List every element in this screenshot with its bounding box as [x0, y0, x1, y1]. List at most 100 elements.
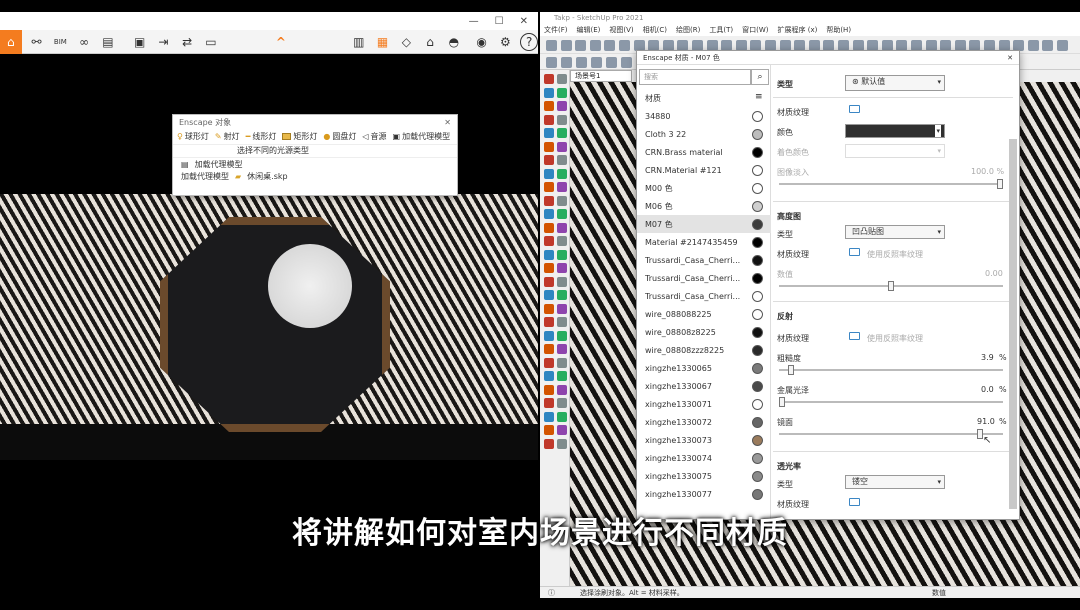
drawing-tool-icon[interactable]: [544, 168, 554, 179]
material-list-item[interactable]: M07 色: [637, 215, 771, 233]
toolbar-tool-icon[interactable]: [575, 40, 587, 51]
drawing-tool-icon[interactable]: [544, 222, 554, 233]
menu-view[interactable]: 视图(V): [609, 24, 633, 36]
material-list-item[interactable]: Material #2147435459: [637, 233, 771, 251]
material-list-item[interactable]: xingzhe1330067: [637, 377, 771, 395]
cube-icon[interactable]: ◇: [397, 33, 415, 51]
map-icon[interactable]: ▥: [350, 33, 368, 51]
drawing-tool-icon[interactable]: [544, 317, 554, 327]
drawing-tool-icon[interactable]: [557, 411, 567, 422]
drawing-tool-icon[interactable]: [557, 74, 567, 84]
folder-icon[interactable]: [849, 332, 860, 340]
material-list-item[interactable]: Cloth 3 22: [637, 125, 771, 143]
material-list-item[interactable]: xingzhe1330072: [637, 413, 771, 431]
drawing-tool-icon[interactable]: [544, 87, 554, 98]
drawing-tool-icon[interactable]: [544, 438, 554, 449]
folder-icon[interactable]: [849, 105, 860, 113]
toolbar-tool-icon[interactable]: [621, 57, 632, 68]
toolbar-tool-icon[interactable]: [606, 57, 617, 68]
drawing-tool-icon[interactable]: [544, 276, 554, 287]
folder-icon[interactable]: [849, 498, 860, 506]
drawing-tool-icon[interactable]: [557, 101, 567, 111]
drawing-tool-icon[interactable]: [557, 236, 567, 246]
drawing-tool-icon[interactable]: [557, 398, 567, 408]
material-list-item[interactable]: xingzhe1330073: [637, 431, 771, 449]
menu-extensions[interactable]: 扩展程序 (x): [777, 24, 817, 36]
drawing-tool-icon[interactable]: [557, 87, 567, 98]
toolbar-tool-icon[interactable]: [1042, 40, 1054, 51]
drawing-tool-icon[interactable]: [557, 209, 567, 219]
drawing-tool-icon[interactable]: [544, 209, 554, 219]
collapse-chevron[interactable]: ^: [276, 35, 286, 49]
drawing-tool-icon[interactable]: [557, 303, 567, 314]
drawing-tool-icon[interactable]: [557, 249, 567, 260]
material-list-item[interactable]: xingzhe1330071: [637, 395, 771, 413]
toolbar-tool-icon[interactable]: [619, 40, 630, 51]
drawing-tool-icon[interactable]: [557, 344, 567, 354]
toolbar-tool-icon[interactable]: [1057, 40, 1068, 51]
roughness-slider[interactable]: [787, 365, 794, 375]
minimize-button[interactable]: —: [469, 16, 479, 27]
bump-use-albedo-link[interactable]: 使用反照率纹理: [867, 249, 923, 260]
close-icon[interactable]: ✕: [1007, 54, 1013, 62]
drawing-tool-icon[interactable]: [544, 141, 554, 152]
drawing-tool-icon[interactable]: [544, 236, 554, 246]
material-list-item[interactable]: xingzhe1330075: [637, 467, 771, 485]
menu-draw[interactable]: 绘图(R): [676, 24, 700, 36]
material-list-item[interactable]: xingzhe1330077: [637, 485, 771, 503]
drawing-tool-icon[interactable]: [557, 141, 567, 152]
line-light-button[interactable]: ━ 线形灯: [246, 131, 277, 142]
drawing-tool-icon[interactable]: [557, 222, 567, 233]
material-list-item[interactable]: CRN.Material #121: [637, 161, 771, 179]
clapper-icon[interactable]: ▤: [99, 33, 117, 51]
material-list-item[interactable]: Trussardi_Casa_Cherri...: [637, 287, 771, 305]
drawing-tool-icon[interactable]: [544, 263, 554, 273]
material-list-item[interactable]: M00 色: [637, 179, 771, 197]
drawing-tool-icon[interactable]: [557, 195, 567, 206]
bump-type-select[interactable]: 凹凸贴图 ▾: [845, 225, 945, 239]
drawing-tool-icon[interactable]: [557, 371, 567, 381]
vr-icon[interactable]: ◓: [445, 33, 463, 51]
drawing-tool-icon[interactable]: [544, 155, 554, 165]
material-list-item[interactable]: Trussardi_Casa_Cherri...: [637, 251, 771, 269]
disk-light-button[interactable]: ● 圆盘灯: [323, 131, 356, 142]
menu-camera[interactable]: 相机(C): [643, 24, 667, 36]
material-list-item[interactable]: xingzhe1330065: [637, 359, 771, 377]
drawing-tool-icon[interactable]: [544, 357, 554, 368]
drawing-tool-icon[interactable]: [544, 425, 554, 435]
panorama-icon[interactable]: ▭: [202, 33, 220, 51]
folder-icon[interactable]: [849, 248, 860, 256]
drawing-tool-icon[interactable]: [544, 303, 554, 314]
drawing-tool-icon[interactable]: [557, 182, 567, 192]
drawing-tool-icon[interactable]: [557, 330, 567, 341]
proxy-file-name[interactable]: 休闲桌.skp: [247, 171, 287, 182]
menu-file[interactable]: 文件(F): [544, 24, 568, 36]
drawing-tool-icon[interactable]: [544, 330, 554, 341]
drawing-tool-icon[interactable]: [544, 128, 554, 138]
toolbar-tool-icon[interactable]: [546, 57, 557, 68]
material-list-item[interactable]: CRN.Brass material: [637, 143, 771, 161]
drawing-tool-icon[interactable]: [544, 371, 554, 381]
drawing-tool-icon[interactable]: [557, 425, 567, 435]
asset-icon[interactable]: ⌂: [421, 33, 439, 51]
properties-scrollbar[interactable]: [1009, 139, 1017, 509]
spot-light-button[interactable]: ✎ 射灯: [215, 131, 240, 142]
material-list-item[interactable]: xingzhe1330074: [637, 449, 771, 467]
material-list-item[interactable]: Trussardi_Casa_Cherri...: [637, 269, 771, 287]
drawing-tool-icon[interactable]: [557, 263, 567, 273]
drawing-tool-icon[interactable]: [557, 155, 567, 165]
close-icon[interactable]: ✕: [444, 118, 451, 127]
maximize-button[interactable]: ☐: [495, 16, 504, 27]
drawing-tool-icon[interactable]: [544, 344, 554, 354]
rect-light-button[interactable]: 矩形灯: [282, 131, 317, 142]
material-type-select[interactable]: ⊛ 默认值 ▾: [845, 75, 945, 91]
video-icon[interactable]: ⇄: [178, 33, 196, 51]
drawing-tool-icon[interactable]: [544, 249, 554, 260]
list-menu-icon[interactable]: ≡: [755, 92, 763, 102]
albedo-color-swatch[interactable]: ▾: [845, 124, 945, 138]
load-proxy-button[interactable]: ▣ 加载代理模型: [393, 131, 451, 142]
material-icon[interactable]: ▦: [374, 33, 392, 51]
gear-icon[interactable]: ⚙: [496, 33, 514, 51]
bim-button[interactable]: BIM: [51, 33, 69, 51]
drawing-tool-icon[interactable]: [557, 168, 567, 179]
